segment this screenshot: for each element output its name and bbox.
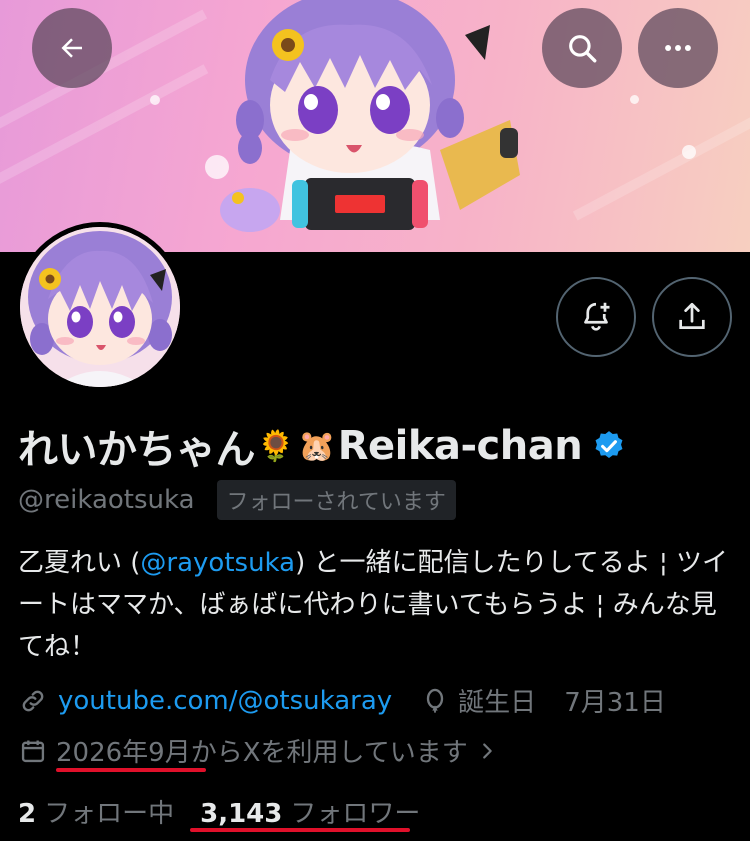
arrow-left-icon [61,38,82,58]
followers-count: 3,143 [200,799,283,829]
banner-decoration [572,89,750,221]
bell-plus-icon [584,302,610,331]
follow-stats: 2 フォロー中 3,143 フォロワー [18,793,420,830]
bio-mention-link[interactable]: @rayotsuka [140,548,295,578]
verified-badge-icon[interactable] [592,429,626,463]
more-options-button[interactable] [638,8,718,88]
balloon-icon [420,686,450,716]
birthday-date: 7月31日 [564,688,666,718]
birthday-label: 誕生日 [458,688,537,718]
banner-bokeh [630,95,639,104]
follows-you-badge: フォローされています [216,480,456,520]
bio-text: 乙夏れい ( [18,548,141,578]
followers-label: フォロワー [290,799,421,829]
display-name-english: Reika-chan [337,423,583,469]
banner-character-illustration [220,0,520,232]
hamster-emoji: 🐹 [298,428,336,464]
more-horizontal-icon [665,45,691,51]
share-icon [679,302,705,329]
website-link[interactable]: youtube.com/@otsukaray [58,686,392,716]
handle-row: @reikaotsuka フォローされています [18,480,456,520]
banner-bokeh [150,95,160,105]
chevron-right-icon [472,736,502,766]
annotation-underline-joined [56,768,206,772]
following-label: フォロー中 [44,799,175,829]
profile-bio: 乙夏れい (@rayotsuka) と一緒に配信したりしてるよ ¦ ツイートはマ… [18,542,733,668]
avatar-character-image [20,227,180,387]
display-name-row: れいかちゃん 🌻 🐹 Reika-chan [18,418,626,474]
link-icon [18,686,48,716]
search-button[interactable] [542,8,622,88]
joined-date-row[interactable]: 2026年9月 からXを利用しています [18,732,502,769]
back-button[interactable] [32,8,112,88]
calendar-icon [18,736,48,766]
share-button[interactable] [652,277,732,357]
followers-link[interactable]: 3,143 フォロワー [200,793,420,830]
profile-avatar[interactable] [15,222,185,392]
notifications-button[interactable] [556,277,636,357]
display-name-japanese: れいかちゃん [18,427,256,473]
sunflower-emoji: 🌻 [257,428,295,464]
joined-suffix: からXを利用しています [190,738,468,768]
following-link[interactable]: 2 フォロー中 [18,793,174,830]
banner-bokeh [682,145,696,159]
search-icon [569,35,597,63]
username-handle: @reikaotsuka [18,485,195,515]
following-count: 2 [18,799,37,829]
annotation-underline-followers [190,828,410,832]
profile-meta-row: youtube.com/@otsukaray 誕生日 7月31日 [18,682,666,719]
profile-banner[interactable] [0,0,750,252]
joined-date: 2026年9月 [56,738,191,768]
banner-decoration [0,64,209,186]
